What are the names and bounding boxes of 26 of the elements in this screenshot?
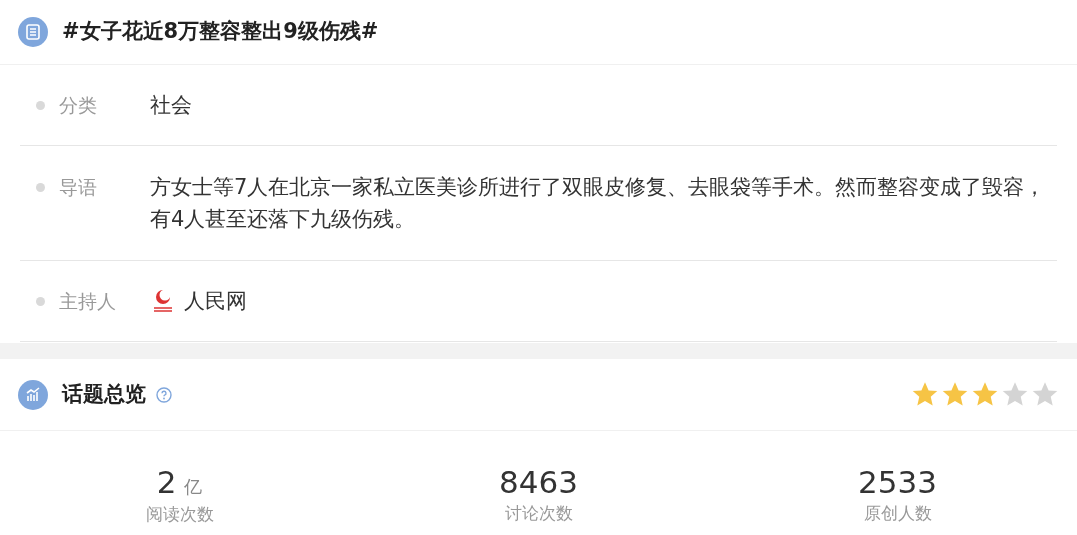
list-icon — [18, 17, 48, 47]
star-icon — [941, 381, 969, 408]
bullet-icon — [36, 182, 45, 192]
detail-label: 分类 — [59, 93, 97, 118]
star-icon — [911, 381, 939, 408]
star-icon — [1031, 381, 1059, 408]
bullet-icon — [36, 296, 45, 306]
detail-value[interactable]: 人民网 — [184, 285, 257, 317]
stat-unit: 亿 — [184, 475, 203, 499]
stat-label: 阅读次数 — [145, 503, 214, 526]
stat-value: 2 — [156, 465, 177, 499]
bullet-icon — [36, 100, 45, 110]
star-icon — [971, 381, 999, 408]
detail-value: 社会 — [150, 92, 193, 119]
overview-title: 话题总览 — [62, 380, 146, 408]
stat-value: 2533 — [858, 465, 937, 499]
help-icon[interactable] — [156, 386, 172, 403]
stat-label: 原创人数 — [863, 502, 932, 525]
stat-label: 讨论次数 — [504, 502, 573, 525]
topic-title: #女子花近8万整容整出9级伤残# — [62, 18, 379, 46]
chart-icon — [18, 379, 48, 410]
stat-value: 8463 — [499, 465, 578, 499]
detail-label: 导语 — [59, 175, 97, 200]
detail-label: 主持人 — [59, 289, 116, 314]
detail-value: 方女士等7人在北京一家私立医美诊所进行了双眼皮修复、去眼袋等手术。然而整容变成了毁容，有4人甚至还落下九级伤残。 — [150, 174, 1047, 233]
star-icon — [1001, 381, 1029, 408]
